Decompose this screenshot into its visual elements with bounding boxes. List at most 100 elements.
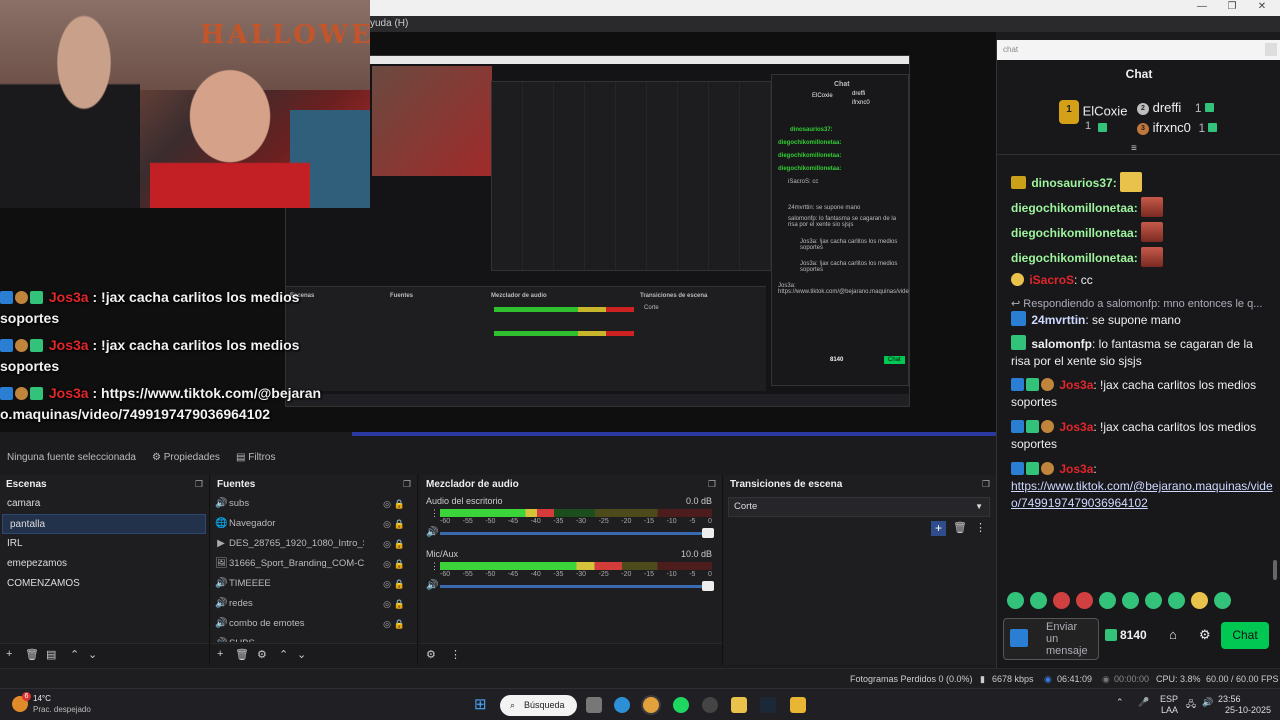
- source-item[interactable]: ▶ DES_28765_1920_1080_Intro_Short ◎🔒: [211, 534, 417, 554]
- chevron-up-icon[interactable]: ⌃: [70, 648, 79, 661]
- emote-icon[interactable]: [1007, 592, 1024, 609]
- slider-handle[interactable]: [702, 581, 714, 591]
- nested-lead-2: dreffi: [852, 91, 866, 97]
- scene-item[interactable]: emepezamos: [0, 554, 209, 574]
- language-layout[interactable]: LAA: [1161, 705, 1178, 715]
- lock-icon[interactable]: 🔒: [394, 614, 405, 634]
- chevron-down-icon[interactable]: ⌄: [88, 648, 97, 661]
- lock-icon[interactable]: 🔒: [394, 574, 405, 594]
- lock-icon[interactable]: 🔒: [394, 534, 405, 554]
- emote-icon[interactable]: [1099, 592, 1116, 609]
- close-icon[interactable]: [1265, 43, 1277, 56]
- volume-slider[interactable]: [440, 581, 714, 591]
- trash-icon[interactable]: 🗑: [953, 521, 967, 534]
- dock-float-icon[interactable]: ❐: [982, 479, 990, 490]
- emote-icon[interactable]: [1168, 592, 1185, 609]
- edge-icon[interactable]: [614, 697, 630, 713]
- volume-slider[interactable]: [440, 528, 714, 538]
- source-item[interactable]: 🔊 redes ◎ 🔒: [211, 594, 417, 614]
- taskbar-search[interactable]: ⌕ Búsqueda: [500, 695, 577, 716]
- source-item[interactable]: 🔊 TIMEEEE ◎ 🔒: [211, 574, 417, 594]
- speaker-icon[interactable]: 🔊: [426, 527, 438, 538]
- source-item[interactable]: 🔊SUBS: [211, 634, 417, 642]
- minimize-button[interactable]: —: [1189, 0, 1215, 14]
- more-icon[interactable]: ⋮: [430, 561, 439, 572]
- eye-hidden-icon[interactable]: ◎: [383, 594, 391, 614]
- chevron-down-icon[interactable]: ⌄: [297, 648, 306, 661]
- add-icon[interactable]: +: [6, 648, 12, 660]
- lock-icon[interactable]: 🔒: [394, 494, 405, 514]
- chevron-up-icon[interactable]: ⌃: [279, 648, 288, 661]
- chrome-icon[interactable]: [643, 697, 659, 713]
- gear-icon[interactable]: ⚙: [1199, 627, 1211, 643]
- emote-icon[interactable]: [1053, 592, 1070, 609]
- emote-icon[interactable]: [1030, 592, 1047, 609]
- source-item[interactable]: 🔊 combo de emotes ◎ 🔒: [211, 614, 417, 634]
- filter-icon[interactable]: ▤: [46, 648, 56, 661]
- properties-button[interactable]: ⚙ Propiedades: [152, 452, 220, 463]
- collapse-icon[interactable]: ≡: [1131, 143, 1137, 154]
- scene-item[interactable]: COMENZAMOS: [0, 574, 209, 594]
- close-button[interactable]: ✕: [1249, 0, 1275, 14]
- obs-icon[interactable]: [702, 697, 718, 713]
- lock-icon[interactable]: 🔒: [394, 554, 405, 574]
- trash-icon[interactable]: 🗑: [235, 648, 249, 661]
- chat-link[interactable]: https://www.tiktok.com/@bejarano.maquina…: [1011, 479, 1273, 510]
- more-icon[interactable]: ⋮: [975, 521, 986, 534]
- app-icon[interactable]: [731, 697, 747, 713]
- add-icon[interactable]: +: [931, 521, 946, 536]
- trash-icon[interactable]: 🗑: [25, 648, 39, 661]
- scene-item-selected[interactable]: pantalla: [2, 514, 206, 534]
- emote-icon[interactable]: [1191, 592, 1208, 609]
- clock-time[interactable]: 23:56: [1218, 694, 1241, 704]
- mic-icon[interactable]: 🎤: [1138, 697, 1149, 708]
- eye-hidden-icon[interactable]: ◎: [383, 534, 391, 554]
- source-item[interactable]: 🌐 Navegador ◎ 🔒: [211, 514, 417, 534]
- clock-date[interactable]: 25-10-2025: [1225, 705, 1271, 715]
- steam-icon[interactable]: [760, 697, 776, 713]
- dock-float-icon[interactable]: ❐: [403, 479, 411, 490]
- chat-scrollbar[interactable]: [1273, 560, 1277, 580]
- dock-float-icon[interactable]: ❐: [708, 479, 716, 490]
- spotify-icon[interactable]: [673, 697, 689, 713]
- add-icon[interactable]: +: [217, 648, 223, 660]
- gear-icon[interactable]: ⚙: [257, 648, 267, 661]
- lock-icon[interactable]: 🔒: [394, 594, 405, 614]
- eye-hidden-icon[interactable]: ◎: [383, 514, 391, 534]
- menu-help[interactable]: yuda (H): [370, 18, 408, 29]
- source-item[interactable]: 🖼31666_Sport_Branding_COM-CL.gif ◎🔒: [211, 554, 417, 574]
- store-icon[interactable]: ⌂: [1169, 627, 1177, 642]
- eye-hidden-icon[interactable]: ◎: [383, 614, 391, 634]
- scene-item[interactable]: IRL: [0, 534, 209, 554]
- channel-points[interactable]: 8140: [1105, 628, 1147, 642]
- chat-input[interactable]: Enviar un mensaje: [1003, 618, 1099, 660]
- slider-handle[interactable]: [702, 528, 714, 538]
- language[interactable]: ESP: [1160, 694, 1178, 704]
- source-item[interactable]: 🔊 subs ◎ 🔒: [211, 494, 417, 514]
- dock-float-icon[interactable]: ❐: [195, 479, 203, 490]
- maximize-button[interactable]: ❐: [1219, 0, 1245, 14]
- folder-icon[interactable]: [790, 697, 806, 713]
- eye-hidden-icon[interactable]: ◎: [383, 574, 391, 594]
- eye-hidden-icon[interactable]: ◎: [383, 554, 391, 574]
- preview-scrollbar[interactable]: [352, 432, 996, 436]
- volume-icon[interactable]: 🔊: [1202, 697, 1213, 708]
- chat-send-button[interactable]: Chat: [1221, 622, 1269, 649]
- eye-hidden-icon[interactable]: ◎: [383, 494, 391, 514]
- network-icon[interactable]: 🖧: [1186, 697, 1196, 713]
- more-icon[interactable]: ⋮: [450, 648, 461, 661]
- filters-button[interactable]: ▤ Filtros: [236, 452, 275, 463]
- emote-icon[interactable]: [1214, 592, 1231, 609]
- transition-select[interactable]: Corte ▼: [728, 497, 990, 517]
- gear-icon[interactable]: ⚙: [426, 648, 436, 661]
- windows-start-icon[interactable]: ⊞: [474, 697, 487, 712]
- chevron-up-icon[interactable]: ⌃: [1116, 697, 1124, 708]
- more-icon[interactable]: ⋮: [430, 508, 439, 519]
- emote-icon[interactable]: [1076, 592, 1093, 609]
- emote-icon[interactable]: [1122, 592, 1139, 609]
- scene-item[interactable]: camara: [0, 494, 209, 514]
- speaker-icon[interactable]: 🔊: [426, 580, 438, 591]
- lock-icon[interactable]: 🔒: [394, 514, 405, 534]
- task-view-icon[interactable]: [586, 697, 602, 713]
- emote-icon[interactable]: [1145, 592, 1162, 609]
